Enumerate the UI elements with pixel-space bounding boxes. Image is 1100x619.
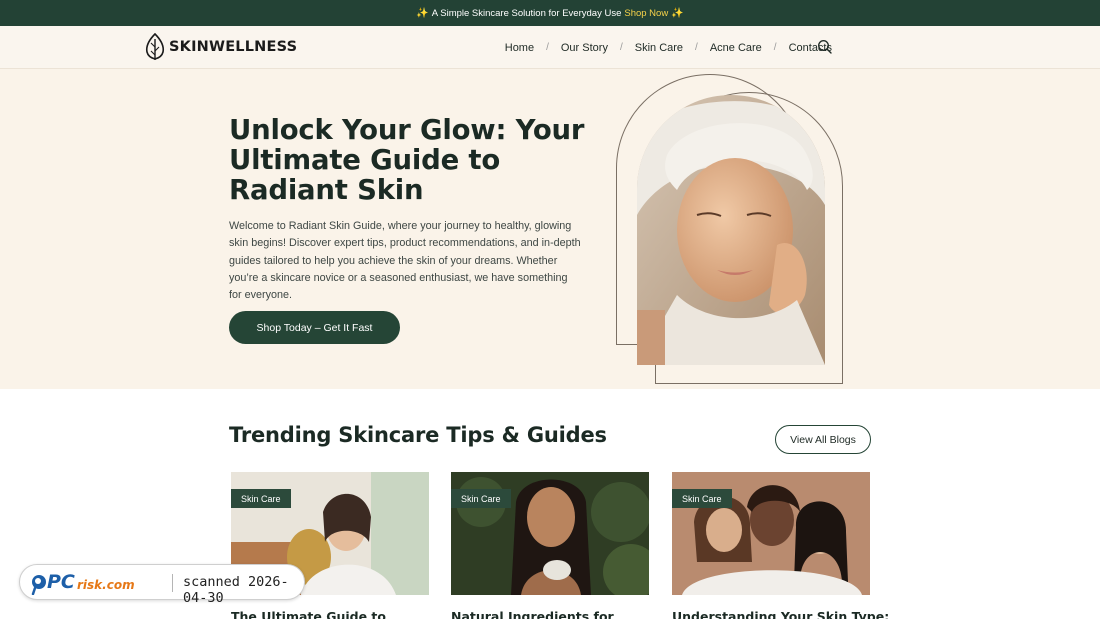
blog-card[interactable]: Skin Care Understanding Your Skin Type:: [672, 472, 889, 619]
shop-today-button[interactable]: Shop Today – Get It Fast: [229, 311, 400, 344]
scan-date-text: scanned 2026-04-30: [183, 574, 289, 606]
announcement-bar: ✨ A Simple Skincare Solution for Everyda…: [0, 0, 1100, 26]
blog-card-title[interactable]: Natural Ingredients for: [451, 609, 671, 619]
category-badge[interactable]: Skin Care: [451, 489, 511, 508]
blog-card-title[interactable]: The Ultimate Guide to: [231, 609, 451, 619]
announcement-text: A Simple Skincare Solution for Everyday …: [431, 7, 622, 19]
blog-card[interactable]: Skin Care Natural Ingredients for: [451, 472, 649, 619]
blog-card-title[interactable]: Understanding Your Skin Type:: [672, 609, 892, 619]
nav-item-skin-care[interactable]: Skin Care: [635, 42, 683, 54]
leaf-icon: [145, 33, 165, 60]
nav-separator: /: [695, 42, 698, 53]
category-badge[interactable]: Skin Care: [672, 489, 732, 508]
watermark-divider: [172, 574, 173, 592]
logo-text: SKINWELLNESS: [169, 39, 298, 55]
hero-description: Welcome to Radiant Skin Guide, where you…: [229, 220, 581, 302]
site-header: SKINWELLNESS Home / Our Story / Skin Car…: [0, 26, 1100, 69]
trending-section-title: Trending Skincare Tips & Guides: [229, 423, 607, 447]
pcrisk-logo: PC risk.com: [30, 571, 148, 595]
sparkle-icon: ✨: [416, 7, 429, 19]
nav-separator: /: [773, 42, 777, 53]
category-badge[interactable]: Skin Care: [231, 489, 291, 508]
hero-title: Unlock Your Glow: Your Ultimate Guide to…: [229, 114, 585, 206]
scan-watermark: PC risk.com scanned 2026-04-30: [19, 564, 305, 606]
nav-separator: /: [619, 42, 623, 53]
search-button[interactable]: [817, 39, 833, 55]
decorative-arch-base: [616, 344, 637, 345]
svg-text:risk.com: risk.com: [77, 578, 135, 592]
site-logo[interactable]: SKINWELLNESS: [145, 33, 297, 61]
view-all-blogs-button[interactable]: View All Blogs: [775, 425, 871, 454]
nav-separator: /: [546, 42, 549, 53]
sparkle-icon: ✨: [671, 7, 684, 19]
nav-item-home[interactable]: Home: [505, 42, 534, 54]
svg-text:PC: PC: [47, 571, 75, 593]
search-icon: [818, 40, 832, 54]
nav-item-acne-care[interactable]: Acne Care: [710, 42, 762, 54]
main-nav: Home / Our Story / Skin Care / Acne Care…: [505, 26, 832, 69]
nav-item-our-story[interactable]: Our Story: [561, 42, 608, 54]
shop-now-link[interactable]: Shop Now: [624, 8, 668, 19]
hero-woman-towel-image: [637, 95, 825, 365]
